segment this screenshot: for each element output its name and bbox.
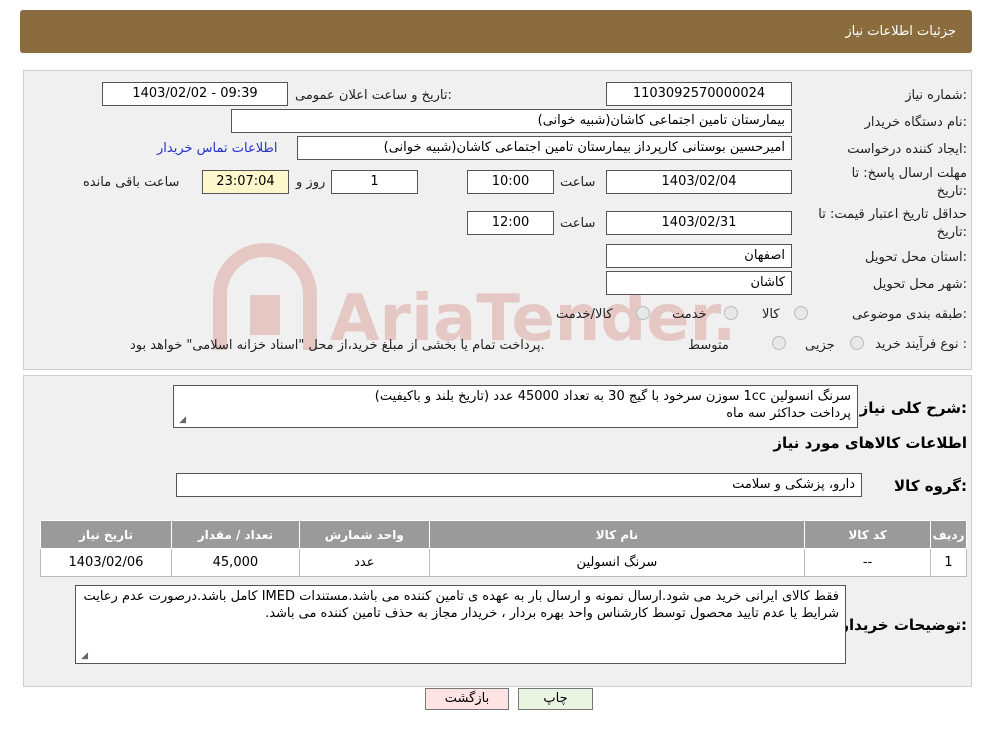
buyer-notes-textarea[interactable]: فقط کالای ایرانی خرید می شود.ارسال نمونه… xyxy=(75,585,846,664)
buyer-notes-label: توضیحات خریدار: xyxy=(840,616,967,634)
need-number-field: 1103092570000024 xyxy=(606,82,792,106)
process-medium-radio[interactable] xyxy=(772,336,786,350)
announce-label: تاریخ و ساعت اعلان عمومی: xyxy=(295,88,452,103)
description-line-2: پرداخت حداکثر سه ماه xyxy=(726,406,851,421)
col-code: کد کالا xyxy=(804,520,932,549)
category-goods-service-label: کالا/خدمت xyxy=(556,307,613,322)
buyer-org-field: بیمارستان تامین اجتماعی کاشان(شبیه خوانی… xyxy=(231,109,792,133)
category-goods-service-radio[interactable] xyxy=(636,306,650,320)
creator-field: امیرحسین بوستانی کارپرداز بیمارستان تامی… xyxy=(297,136,792,160)
cell-name: سرنگ انسولین xyxy=(428,548,806,577)
goods-group-label: گروه کالا: xyxy=(894,477,967,495)
validity-label-2: تاریخ: xyxy=(936,225,967,240)
days-remaining-field: 1 xyxy=(331,170,418,194)
deadline-label-2: تاریخ: xyxy=(936,184,967,199)
goods-table-header: ردیف کد کالا نام کالا واحد شمارش تعداد /… xyxy=(40,520,967,549)
goods-section-title: اطلاعات کالاهای مورد نیاز xyxy=(773,434,967,452)
need-number-label: شماره نیاز: xyxy=(905,88,967,103)
page-title: جزئیات اطلاعات نیاز xyxy=(845,24,956,39)
process-note: پرداخت تمام یا بخشی از مبلغ خرید،از محل … xyxy=(130,338,545,353)
deadline-time-field: 10:00 xyxy=(467,170,554,194)
cell-date: 1403/02/06 xyxy=(40,548,172,577)
process-medium-label: متوسط xyxy=(688,338,729,353)
remaining-time-label: ساعت باقی مانده xyxy=(83,175,180,190)
col-quantity: تعداد / مقدار xyxy=(170,520,300,549)
description-textarea[interactable]: سرنگ انسولین 1cc سوزن سرخود با گیج 30 به… xyxy=(173,385,858,428)
announce-field: 1403/02/02 - 09:39 xyxy=(102,82,288,106)
page-header: جزئیات اطلاعات نیاز xyxy=(20,10,972,53)
resize-grip-icon[interactable]: ◢ xyxy=(176,415,186,425)
deadline-label: مهلت ارسال پاسخ: تا xyxy=(851,166,967,181)
buyer-org-label: نام دستگاه خریدار: xyxy=(864,115,967,130)
table-row: 1 -- سرنگ انسولین عدد 45,000 1403/02/06 xyxy=(40,548,967,577)
description-label: شرح کلی نیاز: xyxy=(859,399,967,417)
back-button[interactable]: بازگشت xyxy=(425,688,509,710)
category-label: طبقه بندی موضوعی: xyxy=(851,307,967,322)
category-goods-radio[interactable] xyxy=(794,306,808,320)
province-label: استان محل تحویل: xyxy=(865,250,967,265)
cell-unit: عدد xyxy=(298,548,430,577)
validity-date-field: 1403/02/31 xyxy=(606,211,792,235)
buyer-notes-text: فقط کالای ایرانی خرید می شود.ارسال نمونه… xyxy=(83,589,839,621)
remaining-time-field: 23:07:04 xyxy=(202,170,289,194)
resize-grip-icon[interactable]: ◢ xyxy=(78,651,88,661)
city-label: شهر محل تحویل: xyxy=(872,277,967,292)
category-service-label: خدمت xyxy=(672,307,707,322)
process-minor-radio[interactable] xyxy=(850,336,864,350)
category-service-radio[interactable] xyxy=(724,306,738,320)
col-name: نام کالا xyxy=(428,520,806,549)
col-unit: واحد شمارش xyxy=(298,520,430,549)
deadline-date-field: 1403/02/04 xyxy=(606,170,792,194)
buyer-contact-link[interactable]: اطلاعات تماس خریدار xyxy=(157,141,277,156)
validity-time-label: ساعت xyxy=(560,216,596,231)
cell-quantity: 45,000 xyxy=(170,548,300,577)
category-goods-label: کالا xyxy=(762,307,780,322)
goods-group-field: دارو، پزشکی و سلامت xyxy=(176,473,862,497)
days-label: روز و xyxy=(296,175,326,190)
col-date: تاریخ نیاز xyxy=(40,520,172,549)
deadline-time-label: ساعت xyxy=(560,175,596,190)
city-field: کاشان xyxy=(606,271,792,295)
print-button[interactable]: چاپ xyxy=(518,688,593,710)
cell-code: -- xyxy=(804,548,932,577)
validity-label: حداقل تاریخ اعتبار قیمت: تا xyxy=(818,207,967,222)
col-row: ردیف xyxy=(930,520,967,549)
process-minor-label: جزیی xyxy=(805,338,835,353)
process-label: نوع فرآیند خرید : xyxy=(875,337,967,352)
description-line-1: سرنگ انسولین 1cc سوزن سرخود با گیج 30 به… xyxy=(374,389,851,404)
cell-row: 1 xyxy=(930,548,967,577)
goods-table: ردیف کد کالا نام کالا واحد شمارش تعداد /… xyxy=(40,520,967,577)
province-field: اصفهان xyxy=(606,244,792,268)
creator-label: ایجاد کننده درخواست: xyxy=(847,142,967,157)
validity-time-field: 12:00 xyxy=(467,211,554,235)
